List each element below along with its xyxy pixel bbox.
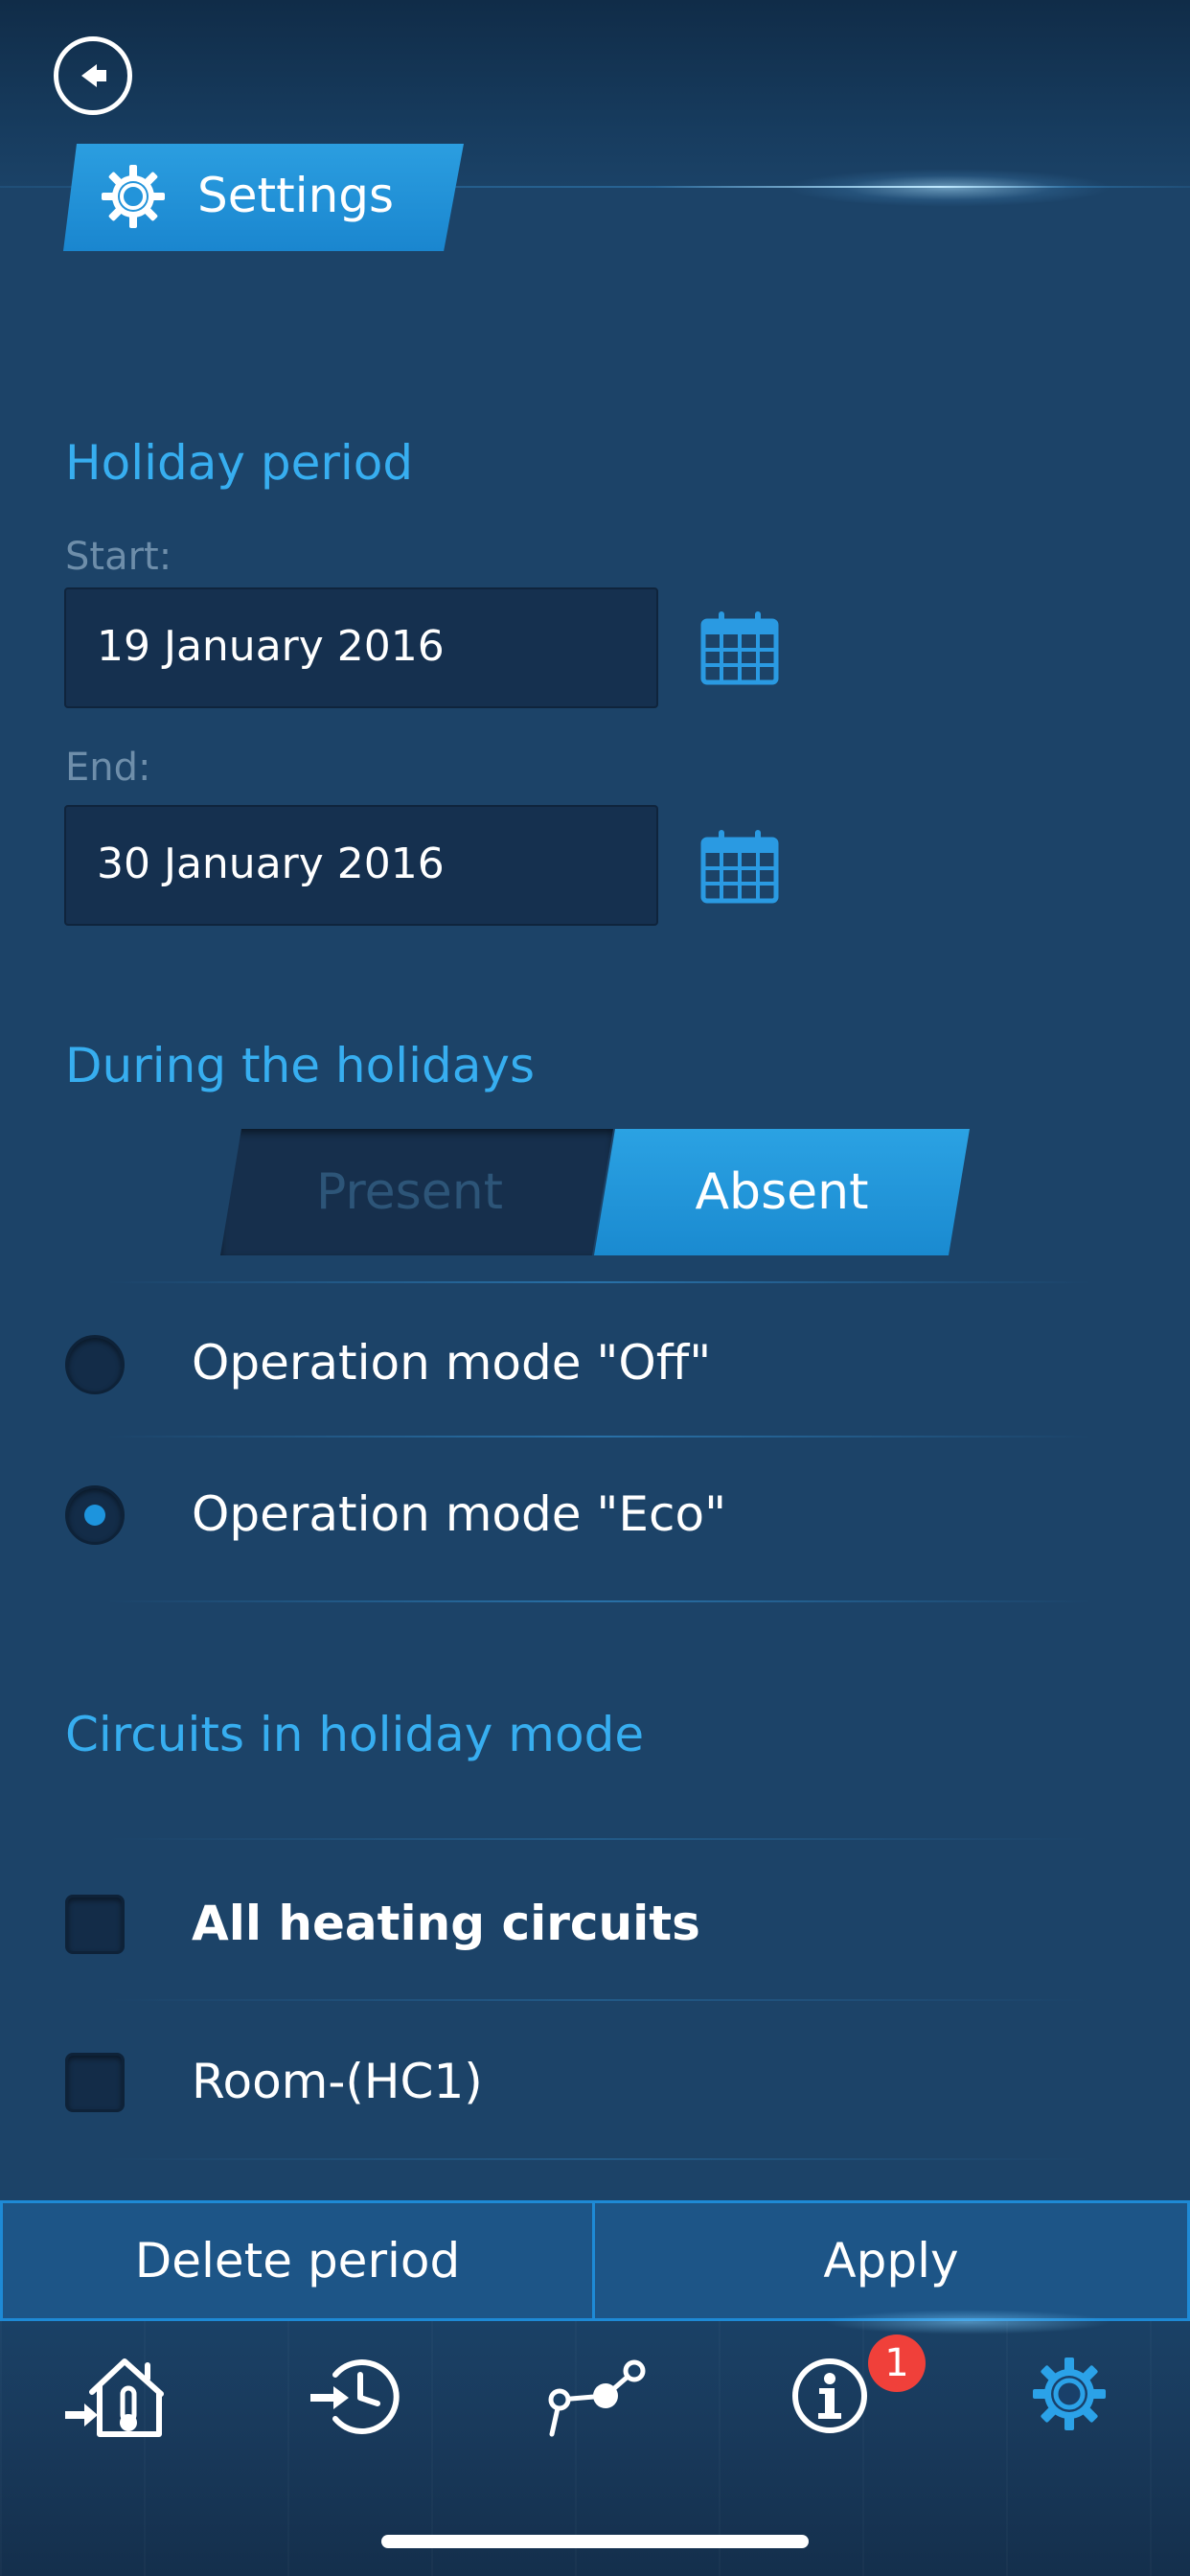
holiday-period-heading: Holiday period (65, 435, 414, 491)
calendar-icon (700, 611, 779, 685)
clock-schedule-icon (310, 2359, 400, 2434)
option-eco-label: Operation mode "Eco" (192, 1486, 727, 1542)
graph-nodes-icon (548, 2359, 646, 2437)
option-off-label: Operation mode "Off" (192, 1335, 712, 1391)
circuit-all-label: All heating circuits (192, 1896, 700, 1951)
during-holidays-heading: During the holidays (65, 1038, 535, 1093)
end-date-value: 30 January 2016 (97, 840, 445, 888)
calendar-icon (700, 830, 779, 904)
radio-eco[interactable] (65, 1485, 125, 1545)
settings-title-tab: Settings (63, 144, 464, 251)
start-date-value: 19 January 2016 (97, 622, 445, 671)
divider (105, 1999, 1092, 2001)
start-date-field[interactable]: 19 January 2016 (64, 587, 658, 708)
notification-badge: 1 (868, 2334, 926, 2392)
circuits-heading: Circuits in holiday mode (65, 1707, 645, 1762)
end-date-field[interactable]: 30 January 2016 (64, 805, 658, 926)
checkbox-all-circuits[interactable] (65, 1895, 125, 1954)
home-thermometer-icon (65, 2358, 164, 2437)
radio-off[interactable] (65, 1335, 125, 1394)
divider (105, 1600, 1092, 1602)
divider (105, 1436, 1092, 1438)
start-calendar-button[interactable] (699, 608, 780, 688)
tab-schedule[interactable] (309, 2354, 404, 2440)
option-row-off[interactable]: Operation mode "Off" (0, 1294, 1190, 1433)
divider (105, 1838, 1092, 1840)
end-calendar-button[interactable] (699, 826, 780, 907)
circuit-room-label: Room-(HC1) (192, 2054, 483, 2109)
delete-period-button[interactable]: Delete period (0, 2200, 595, 2321)
tab-graph[interactable] (544, 2354, 650, 2440)
page-title: Settings (197, 168, 395, 223)
home-indicator (381, 2535, 809, 2548)
divider (105, 1281, 1092, 1283)
apply-button[interactable]: Apply (592, 2200, 1190, 2321)
gear-icon (102, 165, 165, 228)
header-glow (786, 169, 1111, 207)
segment-present-label: Present (315, 1163, 504, 1221)
tab-bar-glow (824, 2310, 1111, 2334)
circuit-row-all[interactable]: All heating circuits (0, 1850, 1190, 1993)
back-button[interactable] (54, 36, 132, 115)
gear-icon (1033, 2358, 1106, 2430)
tab-info[interactable] (790, 2354, 870, 2434)
end-label: End: (65, 746, 151, 790)
tab-settings[interactable] (1031, 2356, 1108, 2432)
circuit-row-room[interactable]: Room-(HC1) (0, 2008, 1190, 2151)
checkbox-room-hc1[interactable] (65, 2053, 125, 2112)
divider (105, 2158, 1092, 2160)
option-row-eco[interactable]: Operation mode "Eco" (0, 1447, 1190, 1586)
segment-absent-label: Absent (695, 1163, 869, 1221)
info-icon (792, 2358, 867, 2433)
back-arrow-icon (81, 64, 106, 87)
radio-selected-dot (84, 1505, 105, 1526)
start-label: Start: (65, 535, 172, 579)
tab-home[interactable] (63, 2354, 169, 2440)
